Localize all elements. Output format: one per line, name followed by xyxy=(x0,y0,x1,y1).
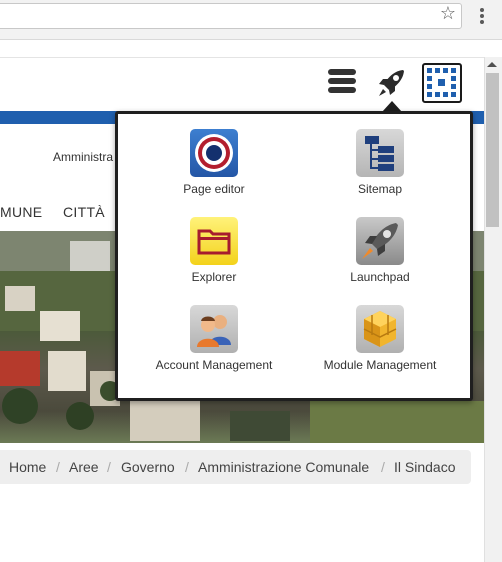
cubes-icon xyxy=(356,305,404,353)
rocket-icon xyxy=(356,217,404,265)
launcher-popup: Page editor Sitemap Explorer Launchpad A… xyxy=(115,111,473,401)
tile-label: Launchpad xyxy=(350,270,410,284)
breadcrumb-governo[interactable]: Governo xyxy=(121,459,175,475)
tile-launchpad[interactable]: Launchpad xyxy=(300,217,460,297)
breadcrumb-separator: / xyxy=(381,459,385,475)
folder-icon xyxy=(190,217,238,265)
hamburger-menu-icon[interactable] xyxy=(328,69,356,97)
breadcrumb-separator: / xyxy=(56,459,60,475)
breadcrumb-sindaco: Il Sindaco xyxy=(394,459,456,475)
tile-sitemap[interactable]: Sitemap xyxy=(300,129,460,209)
app-grid-icon[interactable] xyxy=(422,63,462,103)
breadcrumb-aree[interactable]: Aree xyxy=(69,459,99,475)
nav-item-citta[interactable]: CITTÀ xyxy=(63,204,105,220)
sitemap-icon xyxy=(356,129,404,177)
nav-item-comune[interactable]: MUNE xyxy=(0,204,42,220)
scroll-up-arrow-icon[interactable] xyxy=(487,62,497,67)
tile-label: Explorer xyxy=(191,270,237,284)
tile-explorer[interactable]: Explorer xyxy=(134,217,294,297)
tile-label: Account Management xyxy=(155,358,273,372)
rocket-icon[interactable] xyxy=(374,66,408,100)
breadcrumb-amministrazione[interactable]: Amministrazione Comunale xyxy=(198,459,369,475)
scrollbar-thumb[interactable] xyxy=(486,73,499,227)
site-toolbar xyxy=(0,57,484,111)
users-icon xyxy=(190,305,238,353)
breadcrumb-separator: / xyxy=(107,459,111,475)
target-icon xyxy=(190,129,238,177)
site-subtitle: Amministra xyxy=(53,150,114,164)
address-bar[interactable] xyxy=(0,3,462,29)
breadcrumb-home[interactable]: Home xyxy=(9,459,46,475)
tile-page-editor[interactable]: Page editor xyxy=(134,129,294,209)
tile-label: Sitemap xyxy=(357,182,403,196)
star-icon[interactable]: ☆ xyxy=(438,3,458,23)
breadcrumb-separator: / xyxy=(185,459,189,475)
tile-label: Module Management xyxy=(323,358,437,372)
tile-label: Page editor xyxy=(183,182,245,196)
tile-module-management[interactable]: Module Management xyxy=(300,305,460,385)
tile-account-management[interactable]: Account Management xyxy=(134,305,294,385)
kebab-menu-icon[interactable] xyxy=(474,6,490,26)
